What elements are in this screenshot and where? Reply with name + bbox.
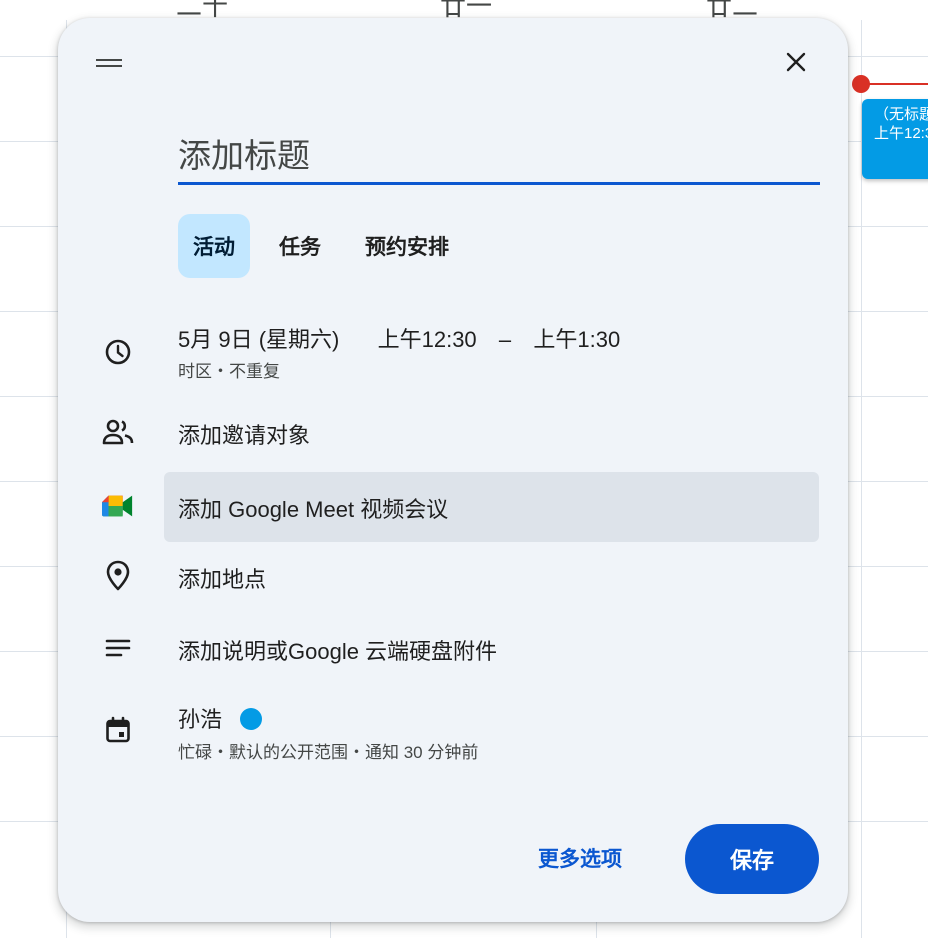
timezone-recurrence[interactable]: 时区・不重复: [178, 357, 280, 382]
title-input[interactable]: [178, 130, 820, 185]
more-options-button[interactable]: 更多选项: [538, 838, 622, 878]
event-date[interactable]: 5月 9日 (星期六): [178, 327, 339, 352]
tab-appointment[interactable]: 预约安排: [350, 214, 464, 278]
drag-handle-icon[interactable]: [96, 56, 122, 70]
event-end-time[interactable]: 上午1:30: [533, 327, 620, 352]
current-time-line: [862, 83, 928, 85]
calendar-icon: [102, 714, 134, 746]
close-icon: [786, 52, 806, 72]
event-chip-time: 上午12:30 – 上午1:30: [874, 125, 928, 142]
clock-icon: [102, 336, 134, 368]
event-dialog: 活动 任务 预约安排 5月 9日 (星期六) 上午12:30 – 上午1:30 …: [58, 18, 848, 922]
location-pin-icon: [102, 560, 134, 592]
datetime-text[interactable]: 5月 9日 (星期六) 上午12:30 – 上午1:30: [178, 322, 620, 354]
tab-event[interactable]: 活动: [178, 214, 250, 278]
time-separator: –: [498, 327, 512, 352]
event-chip[interactable]: （无标题） 上午12:30 – 上午1:30: [862, 99, 928, 179]
current-time-dot: [852, 75, 870, 93]
save-button[interactable]: 保存: [685, 824, 819, 894]
calendar-details[interactable]: 忙碌・默认的公开范围・通知 30 分钟前: [178, 738, 478, 763]
add-meet-label[interactable]: 添加 Google Meet 视频会议: [178, 492, 448, 524]
calendar-owner[interactable]: 孙浩: [178, 702, 263, 734]
add-description-label[interactable]: 添加说明或Google 云端硬盘附件: [178, 634, 497, 666]
people-icon: [102, 416, 134, 448]
add-location-label[interactable]: 添加地点: [178, 562, 266, 594]
add-guests-label[interactable]: 添加邀请对象: [178, 418, 310, 450]
calendar-color-dot: [240, 708, 263, 730]
tab-task[interactable]: 任务: [264, 214, 336, 278]
event-type-tabs: 活动 任务 预约安排: [178, 214, 464, 278]
close-button[interactable]: [774, 40, 818, 84]
event-chip-title: （无标题）: [874, 106, 928, 123]
notes-icon: [102, 632, 134, 664]
google-meet-icon: [102, 490, 134, 522]
calendar-owner-name: 孙浩: [178, 707, 223, 732]
event-start-time[interactable]: 上午12:30: [378, 327, 477, 352]
